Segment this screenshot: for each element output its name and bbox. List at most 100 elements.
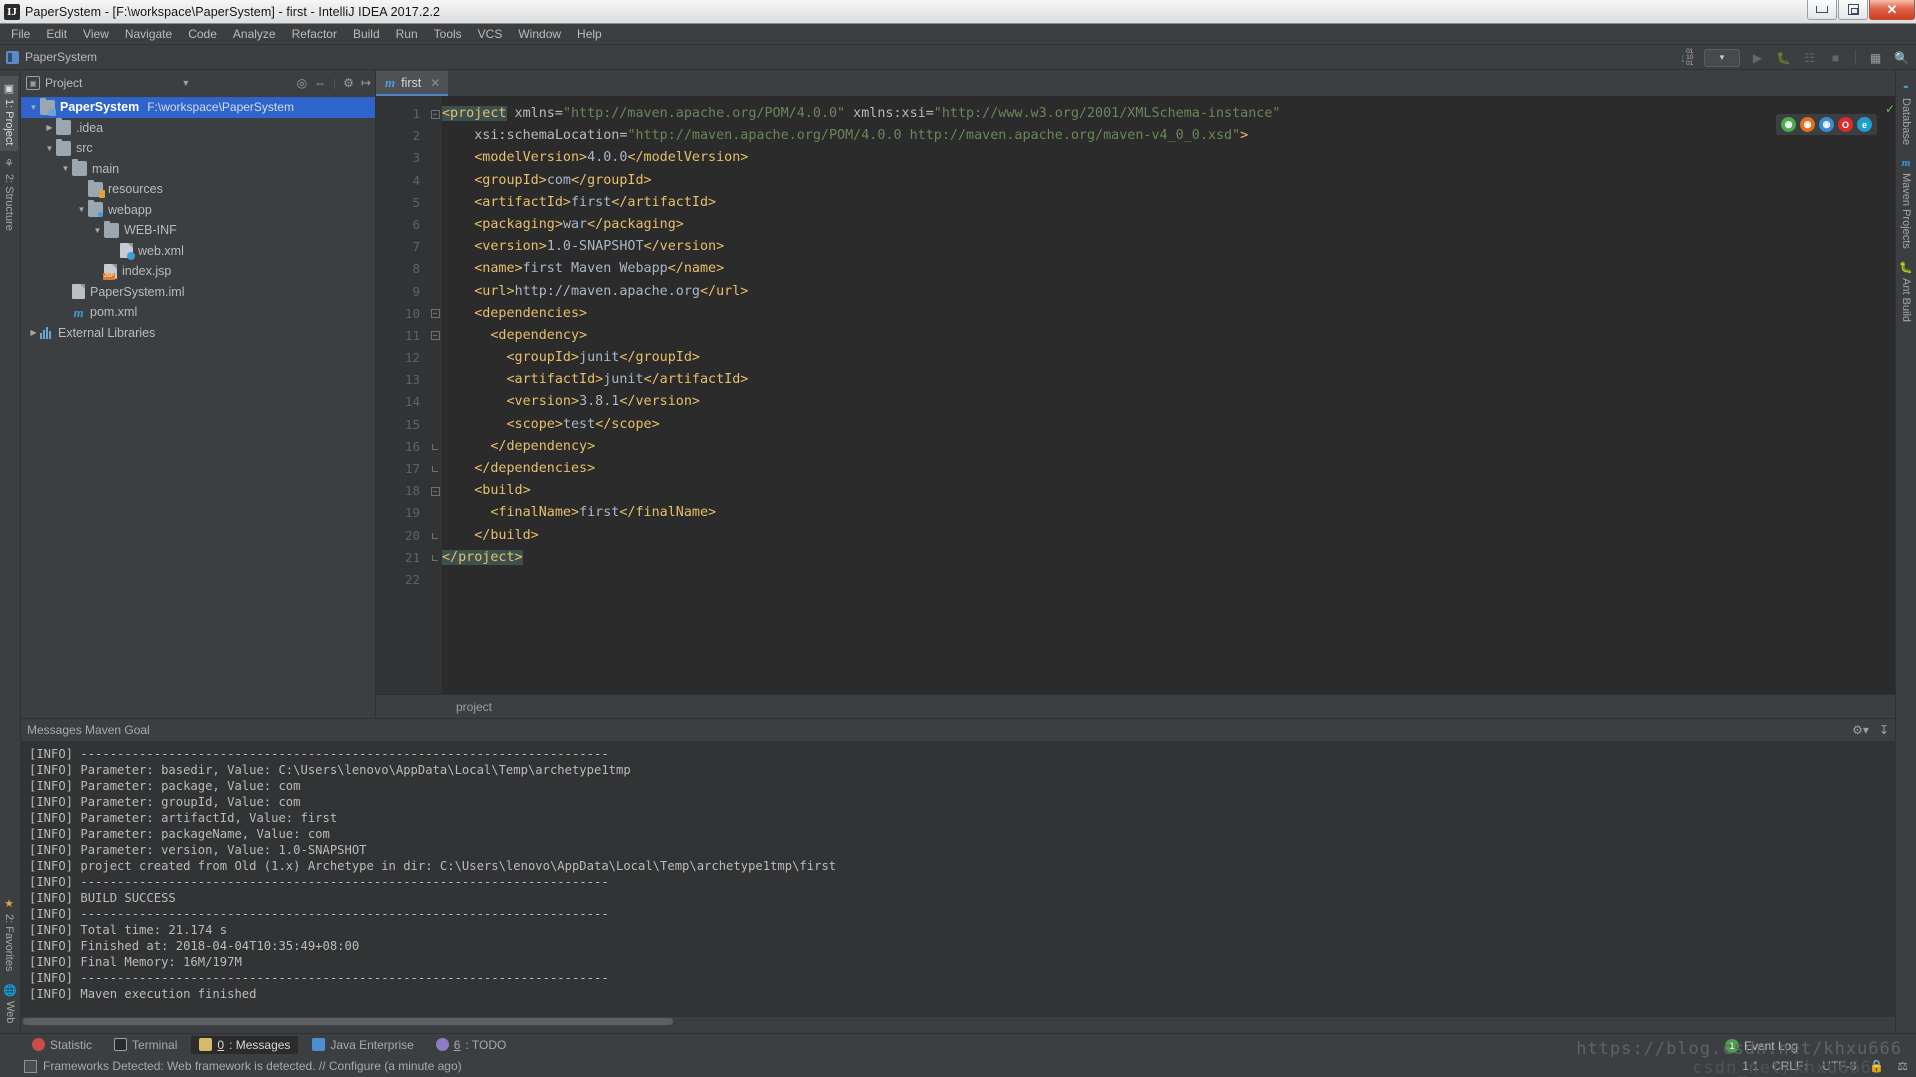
- menu-code[interactable]: Code: [180, 25, 225, 43]
- opera-icon[interactable]: O: [1838, 117, 1853, 132]
- chrome-icon[interactable]: ◉: [1781, 117, 1796, 132]
- tree-node-papersystem-iml[interactable]: PaperSystem.iml: [21, 282, 375, 303]
- firefox-icon[interactable]: ◉: [1800, 117, 1815, 132]
- menu-analyze[interactable]: Analyze: [225, 25, 284, 43]
- run-config-dropdown[interactable]: ▼: [1704, 48, 1740, 67]
- sidebar-item-database[interactable]: ◓ Database: [1896, 76, 1916, 151]
- collapse-twisty-icon[interactable]: ▼: [75, 205, 88, 214]
- tab-java-enterprise[interactable]: Java Enterprise: [304, 1036, 421, 1054]
- fold-marker[interactable]: [428, 525, 442, 547]
- tree-node-index-jsp[interactable]: JSP index.jsp: [21, 261, 375, 282]
- code-line[interactable]: </build>: [442, 525, 1870, 547]
- tree-node-resources[interactable]: resources: [21, 179, 375, 200]
- menu-build[interactable]: Build: [345, 25, 388, 43]
- menu-tools[interactable]: Tools: [426, 25, 470, 43]
- code-line[interactable]: <artifactId>junit</artifactId>: [442, 369, 1870, 391]
- collapse-twisty-icon[interactable]: ▼: [59, 164, 72, 173]
- code-line[interactable]: </project>: [442, 547, 1870, 569]
- sidebar-item-web[interactable]: 🌐 Web: [0, 978, 20, 1029]
- debug-icon[interactable]: 🐛: [1775, 49, 1792, 66]
- tree-node-webapp[interactable]: ▼ webapp: [21, 200, 375, 221]
- code-line[interactable]: <version>1.0-SNAPSHOT</version>: [442, 236, 1870, 258]
- restore-button[interactable]: [1838, 0, 1868, 20]
- code-line[interactable]: <modelVersion>4.0.0</modelVersion>: [442, 147, 1870, 169]
- sidebar-item-maven-projects[interactable]: m Maven Projects: [1896, 151, 1916, 255]
- fold-marker[interactable]: −: [428, 325, 442, 347]
- close-icon[interactable]: ✕: [430, 76, 440, 90]
- safari-icon[interactable]: ◉: [1819, 117, 1834, 132]
- menu-run[interactable]: Run: [388, 25, 426, 43]
- fold-end-icon[interactable]: [432, 443, 438, 450]
- menu-view[interactable]: View: [75, 25, 117, 43]
- status-message[interactable]: Frameworks Detected: Web framework is de…: [43, 1059, 462, 1073]
- code-line[interactable]: <artifactId>first</artifactId>: [442, 192, 1870, 214]
- tab-todo[interactable]: 6: TODO: [428, 1036, 515, 1054]
- coverage-icon[interactable]: ☷: [1801, 49, 1818, 66]
- fold-marker[interactable]: [428, 458, 442, 480]
- fold-end-icon[interactable]: [432, 554, 438, 561]
- expand-twisty-icon[interactable]: ▶: [43, 123, 56, 132]
- encoding[interactable]: UTF-8: [1822, 1059, 1856, 1073]
- collapse-twisty-icon[interactable]: ▼: [43, 144, 56, 153]
- tab-statistic[interactable]: Statistic: [24, 1036, 100, 1054]
- fold-marker[interactable]: [428, 436, 442, 458]
- menu-refactor[interactable]: Refactor: [284, 25, 345, 43]
- code-line[interactable]: [442, 569, 1870, 591]
- tree-node-external-libraries[interactable]: ▶ External Libraries: [21, 323, 375, 344]
- gear-icon[interactable]: ⚙▾: [1852, 723, 1869, 737]
- hide-icon[interactable]: ↦: [361, 76, 371, 90]
- tree-node-web-inf[interactable]: ▼ WEB-INF: [21, 220, 375, 241]
- messages-hscrollbar[interactable]: [21, 1017, 1895, 1033]
- code-text[interactable]: <project xmlns="http://maven.apache.org/…: [442, 96, 1870, 694]
- code-line[interactable]: <packaging>war</packaging>: [442, 214, 1870, 236]
- edge-icon[interactable]: e: [1857, 117, 1872, 132]
- line-separator[interactable]: CRLF↕: [1772, 1059, 1809, 1073]
- run-icon[interactable]: ▶: [1749, 49, 1766, 66]
- tab-messages[interactable]: 0: Messages: [191, 1035, 299, 1054]
- editor-tab-first[interactable]: m first ✕: [376, 71, 449, 96]
- search-icon[interactable]: 🔍: [1893, 49, 1910, 66]
- memory-indicator-icon[interactable]: ⚖: [1897, 1059, 1908, 1073]
- fold-collapse-icon[interactable]: −: [430, 331, 440, 341]
- stop-icon[interactable]: ■: [1827, 49, 1844, 66]
- code-line[interactable]: <name>first Maven Webapp</name>: [442, 258, 1870, 280]
- tab-terminal[interactable]: Terminal: [106, 1036, 185, 1054]
- tree-node-src[interactable]: ▼ src: [21, 138, 375, 159]
- code-line[interactable]: <dependencies>: [442, 303, 1870, 325]
- fold-end-icon[interactable]: [432, 532, 438, 539]
- expand-twisty-icon[interactable]: ▶: [27, 328, 40, 337]
- tree-node-papersystem[interactable]: ▼ PaperSystem F:\workspace\PaperSystem: [21, 97, 375, 118]
- project-tree[interactable]: ▼ PaperSystem F:\workspace\PaperSystem ▶ .id…: [21, 96, 375, 718]
- code-line[interactable]: <version>3.8.1</version>: [442, 391, 1870, 413]
- menu-file[interactable]: File: [3, 25, 38, 43]
- fold-end-icon[interactable]: [432, 466, 438, 473]
- code-line[interactable]: <groupId>com</groupId>: [442, 170, 1870, 192]
- menu-help[interactable]: Help: [569, 25, 610, 43]
- collapse-twisty-icon[interactable]: ▼: [27, 103, 40, 112]
- fold-marker[interactable]: −: [428, 303, 442, 325]
- tree-node-main[interactable]: ▼ main: [21, 159, 375, 180]
- caret-position[interactable]: 1:1: [1742, 1059, 1759, 1073]
- lock-icon[interactable]: 🔒: [1869, 1059, 1884, 1073]
- layout-icon[interactable]: ▦: [1867, 49, 1884, 66]
- code-line[interactable]: <finalName>first</finalName>: [442, 502, 1870, 524]
- locate-icon[interactable]: ◎: [297, 76, 307, 90]
- code-line[interactable]: <build>: [442, 480, 1870, 502]
- collapse-twisty-icon[interactable]: ▼: [91, 226, 104, 235]
- messages-output[interactable]: [INFO] ---------------------------------…: [21, 741, 1895, 1033]
- fold-marker[interactable]: −: [428, 103, 442, 125]
- menu-edit[interactable]: Edit: [38, 25, 75, 43]
- tree-node-pom-xml[interactable]: m pom.xml: [21, 302, 375, 323]
- fold-collapse-icon[interactable]: −: [430, 309, 440, 319]
- code-line[interactable]: </dependencies>: [442, 458, 1870, 480]
- minimize-button[interactable]: [1807, 0, 1837, 20]
- sidebar-item-project[interactable]: ▣ 1: Project: [0, 76, 18, 152]
- menu-vcs[interactable]: VCS: [470, 25, 511, 43]
- code-line[interactable]: <dependency>: [442, 325, 1870, 347]
- fold-collapse-icon[interactable]: −: [430, 486, 440, 496]
- editor-breadcrumb[interactable]: project: [456, 700, 492, 714]
- event-log-button[interactable]: 1 Event Log: [1724, 1039, 1798, 1053]
- export-icon[interactable]: ↧: [1879, 723, 1889, 737]
- breadcrumb[interactable]: PaperSystem: [25, 50, 97, 64]
- close-button[interactable]: ✕: [1869, 0, 1915, 20]
